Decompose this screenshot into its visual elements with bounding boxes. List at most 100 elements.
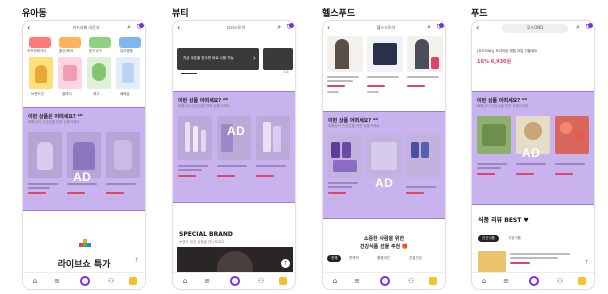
category-label[interactable]: 출산/육아: [59, 49, 73, 54]
ad-section-title: 이런 상품 어떠세요? ᴬᴰ: [477, 98, 527, 104]
search-icon[interactable]: ⌕: [576, 23, 580, 32]
scroll-top-icon[interactable]: ↑: [134, 257, 139, 264]
box-icon[interactable]: [429, 277, 437, 285]
live-subtext: · · · · · · · · ·: [76, 252, 94, 256]
box-icon[interactable]: [129, 277, 137, 285]
center-tab-icon[interactable]: [80, 276, 90, 286]
product-image: [431, 57, 439, 69]
back-arrow-icon[interactable]: ‹: [476, 23, 479, 32]
search-icon[interactable]: ⌕: [127, 23, 131, 32]
supplement-image: [333, 160, 357, 172]
live-logo-icon: [79, 239, 91, 249]
supplement-image: [371, 142, 397, 170]
category-icon[interactable]: [29, 37, 51, 48]
center-tab-icon[interactable]: [380, 276, 390, 286]
chevron-right-icon[interactable]: ›: [253, 54, 256, 62]
product-price: [516, 173, 534, 175]
product-name: [106, 183, 136, 185]
home-icon[interactable]: ⌂: [181, 277, 189, 285]
brand-image: [122, 63, 134, 83]
supplement-image: [421, 142, 429, 158]
category-icon[interactable]: [119, 37, 141, 48]
product-name: [327, 76, 359, 78]
product-name: [28, 183, 58, 185]
cart-badge: [139, 23, 144, 28]
ad-section-title: 이런 상품 어떠세요? ᴬᴰ: [178, 98, 228, 104]
back-arrow-icon[interactable]: ‹: [327, 23, 330, 32]
home-icon[interactable]: ⌂: [480, 277, 488, 285]
product-review: [367, 91, 379, 93]
ad-section: 이런 상품 어떠세요? ᴬᴰ 회원님이 관심있을 만한 상품이에요 AD: [323, 111, 445, 219]
gift-section-title: 소중한 사람을 위한: [363, 236, 405, 242]
search-icon[interactable]: ⌕: [277, 23, 281, 32]
filter-tab[interactable]: 관절건강: [409, 256, 422, 261]
column-title-health: 헬스푸드: [322, 9, 356, 19]
supplement-image: [342, 142, 351, 158]
center-tab-icon[interactable]: [230, 276, 240, 286]
menu-icon[interactable]: ≡: [53, 277, 61, 285]
filter-tab[interactable]: 면역력: [349, 256, 359, 261]
promo-banner-next[interactable]: [263, 48, 293, 70]
review-tab[interactable]: 가공식품: [508, 236, 521, 241]
category-label[interactable]: 완구교구: [89, 49, 102, 54]
category-label[interactable]: 유아용품: [120, 49, 133, 54]
box-icon[interactable]: [578, 277, 586, 285]
filter-tab-active[interactable]: 전체: [327, 255, 342, 262]
category-icon[interactable]: [89, 37, 111, 48]
brand-label: 브랜드관: [31, 92, 44, 96]
ad-section-title: 이런 상품 어떠세요? ᴬᴰ: [328, 118, 378, 124]
user-icon[interactable]: ⚇: [107, 277, 115, 285]
user-icon[interactable]: ⚇: [407, 277, 415, 285]
scroll-top-icon[interactable]: ↑: [584, 259, 589, 266]
top-bar: ‹ 키즈카페 라운지 ⌕ ⛉: [23, 23, 145, 34]
user-icon[interactable]: ⚇: [556, 277, 564, 285]
product-price: [28, 192, 46, 194]
product-name: [477, 163, 507, 165]
review-price: [510, 262, 530, 264]
ad-section: 이런 상품 어떠세요? ᴬᴰ 회원님이 관심있을 만한 상품이에요 AD: [472, 91, 594, 205]
back-arrow-icon[interactable]: ‹: [177, 23, 180, 32]
gift-section-subtitle: 건강식품 선물 추천 🎁: [359, 244, 409, 250]
product-name: [256, 165, 286, 167]
search-icon[interactable]: ⌕: [427, 23, 431, 32]
product-name: [327, 80, 353, 82]
menu-icon[interactable]: ≡: [203, 277, 211, 285]
center-tab-icon[interactable]: [529, 276, 539, 286]
brand-image: [63, 65, 77, 81]
phone-kids: ‹ 키즈카페 라운지 ⌕ ⛉ 키즈카페가다 출산/육아 완구교구 유아용품 브랜…: [22, 20, 146, 290]
home-icon[interactable]: ⌂: [31, 277, 39, 285]
category-label[interactable]: 키즈카페가다: [27, 49, 46, 54]
product-name: [328, 182, 358, 184]
brand-image: [35, 65, 47, 83]
back-arrow-icon[interactable]: ‹: [27, 23, 30, 32]
product-price: [407, 85, 425, 87]
product-name: [67, 183, 97, 185]
home-icon[interactable]: ⌂: [331, 277, 339, 285]
filter-tab[interactable]: 혈행개선: [377, 256, 390, 261]
top-bar: ‹ 푸드OND ⌕ ⛉: [472, 23, 594, 34]
user-icon[interactable]: ⚇: [257, 277, 265, 285]
product-price: 16% 6,930원: [477, 59, 512, 65]
person-image: [415, 39, 429, 69]
scroll-top-icon[interactable]: ↑: [281, 259, 290, 268]
category-icon[interactable]: [59, 37, 81, 48]
bottom-nav: ⌂ ≡ ⚇: [472, 272, 594, 289]
cart-badge: [588, 23, 593, 28]
live-show-banner[interactable]: 라이브쇼 특가: [23, 257, 145, 270]
box-icon[interactable]: [279, 277, 287, 285]
product-price: [406, 192, 424, 194]
product-title[interactable]: [푸드OND] 프리미엄 제철 과일 선물세트: [477, 49, 589, 54]
bottom-nav: ⌂ ≡ ⚇: [23, 272, 145, 289]
review-best-title: 식품 리뷰 BEST ♥: [478, 217, 529, 224]
menu-icon[interactable]: ≡: [502, 277, 510, 285]
fruit-image: [573, 130, 585, 142]
product-price: [178, 175, 196, 177]
product-name: [407, 76, 439, 78]
product-price: [106, 192, 124, 194]
box-image: [373, 43, 397, 65]
menu-icon[interactable]: ≡: [353, 277, 361, 285]
ad-section-subtitle: 회원님이 관심있을 만한 상품이에요: [178, 104, 230, 108]
review-product-image[interactable]: [478, 251, 506, 273]
product-price: [67, 192, 85, 194]
review-tab-active[interactable]: 신선식품: [478, 235, 499, 242]
